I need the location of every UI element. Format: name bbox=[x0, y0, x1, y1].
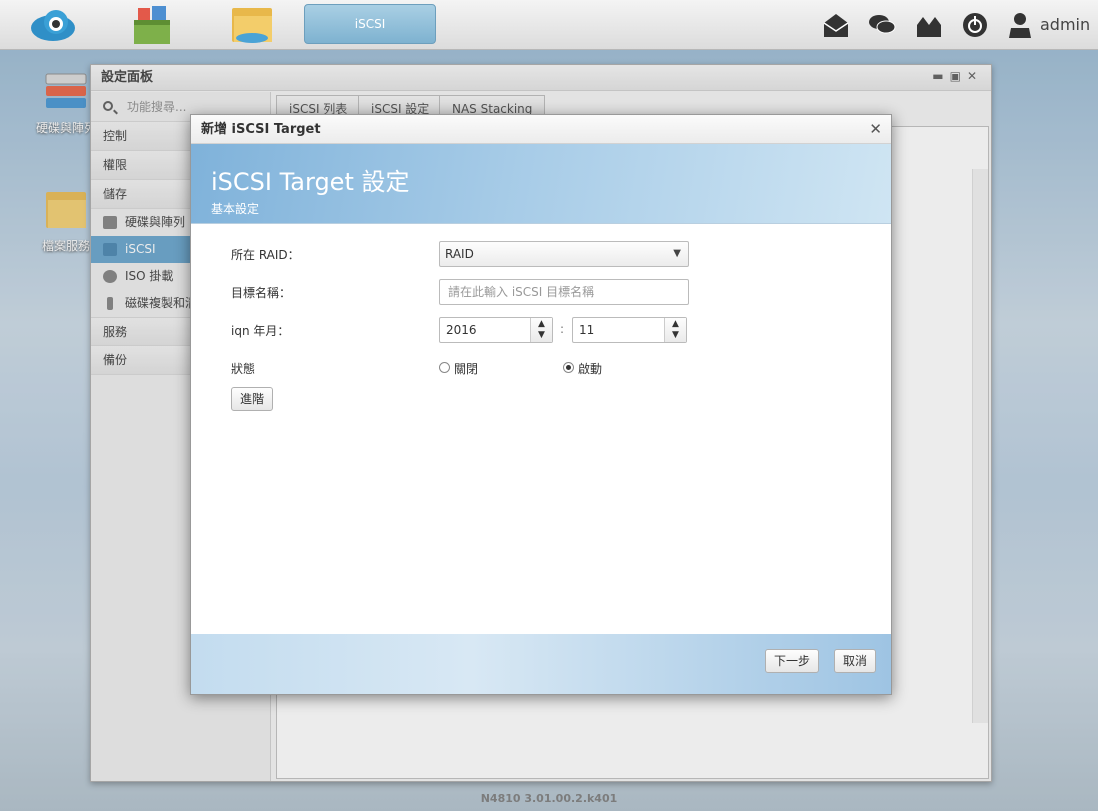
dialog-title: 新增 iSCSI Target bbox=[191, 115, 891, 144]
network-icon[interactable] bbox=[915, 11, 943, 39]
dialog-footer: 下一步 取消 bbox=[191, 634, 891, 694]
next-button[interactable]: 下一步 bbox=[765, 649, 820, 673]
raid-select[interactable]: RAID ▼ bbox=[439, 241, 689, 267]
banner-title: iSCSI Target 設定 bbox=[211, 168, 410, 196]
radio-checked-icon bbox=[563, 362, 574, 373]
iqn-separator: : bbox=[560, 322, 565, 336]
iqn-month-stepper[interactable]: 11 ▲ ▼ bbox=[572, 317, 687, 343]
cancel-button[interactable]: 取消 bbox=[834, 649, 877, 673]
stepper-arrows-icon[interactable]: ▲ ▼ bbox=[530, 318, 552, 342]
status-off-radio[interactable]: 關閉 bbox=[439, 360, 478, 377]
status-off-label: 關閉 bbox=[454, 362, 479, 376]
new-iscsi-target-dialog: 新增 iSCSI Target ✕ iSCSI Target 設定 基本設定 所… bbox=[190, 114, 892, 695]
status-row: 狀態 關閉 啟動 bbox=[231, 355, 651, 381]
power-icon[interactable] bbox=[961, 11, 989, 39]
target-name-label: 目標名稱： bbox=[231, 286, 292, 300]
raid-label: 所在 RAID： bbox=[231, 248, 300, 262]
iqn-month-value: 11 bbox=[579, 323, 595, 337]
banner-subtitle: 基本設定 bbox=[211, 202, 260, 216]
mail-icon[interactable] bbox=[822, 11, 850, 39]
taskbar: iSCSI admin bbox=[0, 0, 1098, 50]
advanced-button[interactable]: 進階 bbox=[231, 387, 274, 411]
raid-select-value: RAID bbox=[445, 247, 474, 261]
chevron-down-icon: ▼ bbox=[673, 248, 681, 259]
dialog-banner: iSCSI Target 設定 基本設定 bbox=[191, 144, 891, 224]
status-label: 狀態 bbox=[231, 362, 256, 376]
iqn-year-value: 2016 bbox=[446, 323, 477, 337]
stepper-arrows-icon[interactable]: ▲ ▼ bbox=[664, 318, 686, 342]
close-icon[interactable]: ✕ bbox=[869, 120, 882, 138]
folder-icon[interactable] bbox=[228, 4, 278, 46]
apps-icon[interactable] bbox=[128, 4, 178, 46]
radio-circle-icon bbox=[439, 362, 450, 373]
user-icon[interactable] bbox=[1008, 11, 1032, 39]
chat-icon[interactable] bbox=[868, 11, 896, 39]
admin-label[interactable]: admin bbox=[1040, 15, 1090, 34]
iscsi-task-button[interactable]: iSCSI bbox=[304, 4, 436, 44]
iqn-label: iqn 年月： bbox=[231, 324, 290, 338]
iqn-year-stepper[interactable]: 2016 ▲ ▼ bbox=[439, 317, 553, 343]
status-on-radio[interactable]: 啟動 bbox=[563, 360, 602, 377]
status-on-label: 啟動 bbox=[578, 362, 603, 376]
target-name-input[interactable] bbox=[439, 279, 689, 305]
cloud-app-icon[interactable] bbox=[28, 4, 78, 46]
